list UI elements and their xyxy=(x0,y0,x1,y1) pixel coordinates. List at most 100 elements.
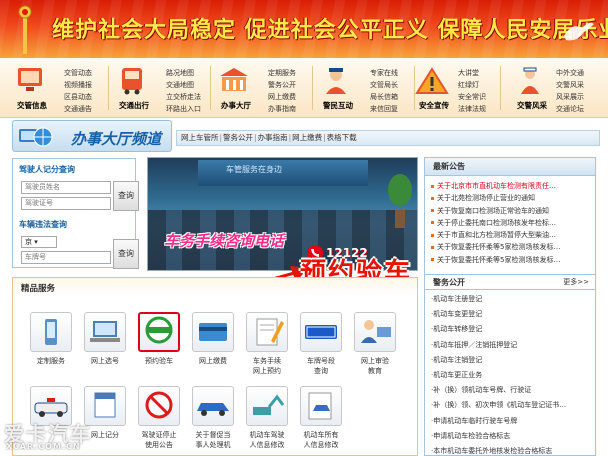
service-label: 网上选号 xyxy=(91,357,119,365)
no-entry-icon xyxy=(138,386,180,426)
category-label: 交通出行 xyxy=(119,101,149,110)
category-link[interactable]: 网上缴费 xyxy=(268,91,296,103)
bank-card-icon xyxy=(192,312,234,352)
category-link[interactable]: 视频播报 xyxy=(64,79,92,91)
category-link[interactable]: 交通地图 xyxy=(166,79,201,91)
category-link[interactable]: 专家在线 xyxy=(370,67,398,79)
affairs-item[interactable]: ·本市机动车委托外地核发检验合格标志 xyxy=(431,444,595,456)
category-label: 交警风采 xyxy=(517,101,547,110)
category-link[interactable]: 交管局长 xyxy=(370,79,398,91)
category-label: 交管信息 xyxy=(17,101,47,110)
menu-online-payment[interactable]: 网上缴费 xyxy=(292,133,322,142)
driver-query-title: 驾驶人记分查询 xyxy=(19,165,75,174)
category-link[interactable]: 定期服务 xyxy=(268,67,296,79)
affairs-item[interactable]: ·机动车抵押／注销抵押登记 xyxy=(431,338,595,353)
watermark-site: XCAR.COM.CN xyxy=(6,442,81,451)
menu-form-download[interactable]: 表格下载 xyxy=(327,133,357,142)
person-computer-icon xyxy=(354,312,396,352)
excavator-icon xyxy=(246,386,288,426)
service-inspection-appointment[interactable]: 预约验车 xyxy=(133,312,185,366)
service-label: 驾驶证停止 使用公告 xyxy=(141,431,177,449)
police-affairs-title: 警务公开 xyxy=(433,278,465,287)
query-panel: 驾驶人记分查询 驾驶员姓名 驾驶证号 查询 车辆违法查询 京 ▾ 车牌号 查询 xyxy=(12,158,139,269)
category-link[interactable]: 中外交通 xyxy=(556,67,584,79)
category-link[interactable]: 法律法规 xyxy=(458,103,486,115)
category-link[interactable]: 区县动态 xyxy=(64,91,92,103)
service-label: 车务手续 网上预约 xyxy=(253,357,281,375)
affairs-item[interactable]: ·机动车变更登记 xyxy=(431,307,595,322)
plate-number-input[interactable]: 车牌号 xyxy=(21,251,111,264)
category-link[interactable]: 交通通告 xyxy=(64,103,92,115)
service-online-payment[interactable]: 网上缴费 xyxy=(187,312,239,366)
service-online-booking[interactable]: 车务手续 网上预约 xyxy=(241,312,293,376)
service-plate-select[interactable]: 网上选号 xyxy=(79,312,131,366)
laptop-icon xyxy=(84,312,126,352)
service-owner-info-update[interactable]: 机动车所有 人信息修改 xyxy=(295,386,347,450)
notice-item[interactable]: 关于北苑检测场停止营业的通知 xyxy=(431,192,595,204)
menu-online-dmv[interactable]: 网上车管所 xyxy=(181,133,219,142)
notice-item[interactable]: 关于恢复委托怀柔等5家检测场核发标… xyxy=(431,241,595,253)
notice-item[interactable]: 关于市直和北方检测场暂停大型柴油… xyxy=(431,229,595,241)
service-custom[interactable]: 定制服务 xyxy=(25,312,77,366)
category-link[interactable]: 立交桥走法 xyxy=(166,91,201,103)
more-link[interactable]: 更多>> xyxy=(563,275,589,290)
affairs-item[interactable]: ·机动车注销登记 xyxy=(431,353,595,368)
channel-title: 办事大厅频道 xyxy=(71,130,162,148)
document-car-icon xyxy=(300,386,342,426)
menu-guide[interactable]: 办事指南 xyxy=(258,133,288,142)
affairs-item[interactable]: ·机动车更正业务 xyxy=(431,368,595,383)
warning-sign-icon xyxy=(415,67,449,94)
category-link[interactable]: 大讲堂 xyxy=(458,67,486,79)
notice-item[interactable]: 关于停止委托南口检测场核发年检标… xyxy=(431,217,595,229)
vehicle-query-title: 车辆违法查询 xyxy=(19,220,67,229)
driver-name-input[interactable]: 驾驶员姓名 xyxy=(21,181,111,194)
channel-logo: 办事大厅频道 xyxy=(12,120,172,152)
category-link[interactable]: 交警风采 xyxy=(556,79,584,91)
category-link[interactable]: 环路出入口 xyxy=(166,103,201,115)
service-label: 机动车驾驶 人信息修改 xyxy=(249,431,285,449)
service-driver-info-update[interactable]: 机动车驾驶 人信息修改 xyxy=(241,386,293,450)
computer-globe-icon xyxy=(19,127,53,147)
notice-item[interactable]: 关于北京市市直机动车检测有限责任… xyxy=(431,180,595,192)
phone-device-icon xyxy=(30,312,72,352)
affairs-item[interactable]: ·补（换）领、初次申领《机动车登记证书… xyxy=(431,398,595,413)
province-select[interactable]: 京 ▾ xyxy=(21,236,57,248)
channel-menu: 网上车管所|警务公开|办事指南|网上缴费|表格下载 xyxy=(176,130,600,146)
category-link[interactable]: 警务公开 xyxy=(268,79,296,91)
notice-item[interactable]: 关于恢复南口检测场正常验车的通知 xyxy=(431,205,595,217)
national-emblem-icon xyxy=(18,5,32,54)
plant-icon xyxy=(388,174,412,228)
service-license-suspension[interactable]: 驾驶证停止 使用公告 xyxy=(133,386,185,450)
service-online-review[interactable]: 网上审验 教育 xyxy=(349,312,401,376)
category-label: 办事大厅 xyxy=(221,101,251,110)
police-officer-icon xyxy=(326,68,346,94)
service-plate-range-query[interactable]: 车牌号段 查询 xyxy=(295,312,347,376)
dove-icon xyxy=(564,22,594,41)
driver-query-button[interactable]: 查询 xyxy=(113,181,139,211)
service-label: 车牌号段 查询 xyxy=(307,357,335,375)
latest-notice-title: 最新公告 xyxy=(433,162,465,171)
category-link[interactable]: 办事指南 xyxy=(268,103,296,115)
hotline-slogan: 车务手续咨询电话 xyxy=(164,232,285,250)
category-link[interactable]: 风采展示 xyxy=(556,91,584,103)
driver-license-input[interactable]: 驾驶证号 xyxy=(21,197,111,210)
blue-car-icon xyxy=(192,386,234,426)
affairs-item[interactable]: ·机动车转移登记 xyxy=(431,322,595,337)
affairs-item[interactable]: ·申请机动车检验合格标志 xyxy=(431,429,595,444)
affairs-item[interactable]: ·补（换）领机动车号牌、行驶证 xyxy=(431,383,595,398)
category-link[interactable]: 交通论坛 xyxy=(556,103,584,115)
category-link[interactable]: 局长信箱 xyxy=(370,91,398,103)
category-link[interactable]: 红绿灯 xyxy=(458,79,486,91)
service-label: 预约验车 xyxy=(145,357,173,365)
menu-police-affairs[interactable]: 警务公开 xyxy=(223,133,253,142)
category-link[interactable]: 交管动态 xyxy=(64,67,92,79)
notice-item[interactable]: 关于恢复委托怀柔等5家检测场核发标… xyxy=(431,254,595,266)
vehicle-query-button[interactable]: 查询 xyxy=(113,239,139,269)
service-accident-notice[interactable]: 关于督促当 事人处理机 xyxy=(187,386,239,450)
affairs-item[interactable]: ·申请机动车临时行驶车号牌 xyxy=(431,414,595,429)
category-link[interactable]: 路况地图 xyxy=(166,67,201,79)
category-nav: 交管信息 交管动态 视频播报 区县动态 交通通告 交通出行 路况地图 交通地图 … xyxy=(0,58,608,118)
category-link[interactable]: 来信回复 xyxy=(370,103,398,115)
category-link[interactable]: 安全常识 xyxy=(458,91,486,103)
affairs-item[interactable]: ·机动车注册登记 xyxy=(431,292,595,307)
